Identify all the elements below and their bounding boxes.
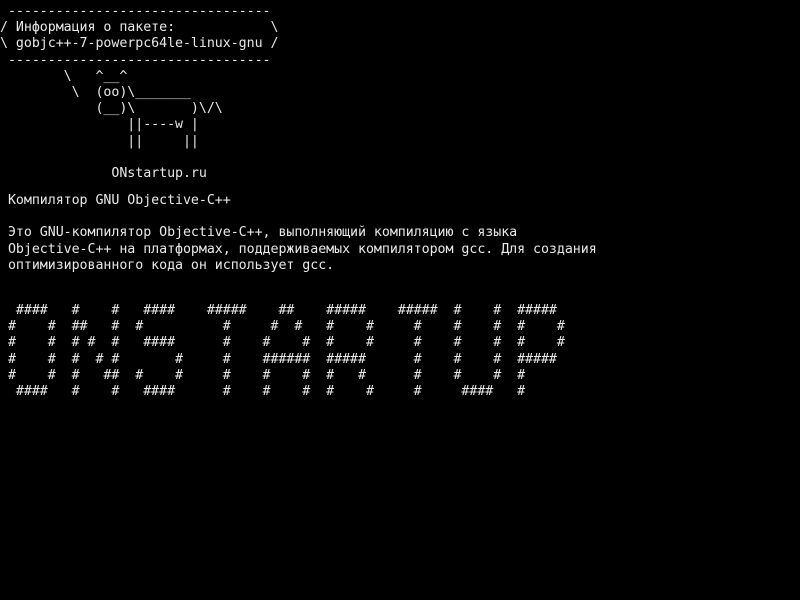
cowsay-line: (__)\ )\/\ <box>0 101 223 117</box>
site-name: ONstartup.ru <box>0 165 207 181</box>
cowsay-line: \ (oo)\_______ <box>0 84 191 100</box>
description-line: Это GNU-компилятор Objective-C++, выполн… <box>0 225 518 241</box>
banner-line: # # ## # # # # # # # # # # # # <box>0 319 565 335</box>
banner-line: # # # ## # # # # # # # # # # # <box>0 367 526 383</box>
banner-line: # # # # # # # ###### ##### # # # ##### <box>0 351 557 367</box>
terminal-console: --------------------------------- / Инфор… <box>0 0 800 600</box>
cowsay-line: --------------------------------- <box>0 4 271 19</box>
cowsay-line: \ gobjc++-7-powerpc64le-linux-gnu / <box>0 36 279 52</box>
cowsay-line: / Информация о пакете: \ <box>0 20 279 36</box>
cowsay-line <box>0 150 278 166</box>
cowsay-art: --------------------------------- / Инфор… <box>0 4 279 182</box>
cowsay-line: --------------------------------- <box>0 52 271 68</box>
cowsay-line: ||----w | <box>0 117 199 133</box>
description-line: оптимизированного кода он использует gcc… <box>0 257 335 273</box>
package-description: Компилятор GNU Objective-C++ Это GNU-ком… <box>0 193 597 274</box>
cowsay-line: || || <box>0 133 199 149</box>
banner-line: # # # # # #### # # # # # # # # # # <box>0 335 565 351</box>
package-title: Компилятор GNU Objective-C++ <box>0 193 231 208</box>
description-line: Objective-C++ на платформах, поддерживае… <box>0 241 597 257</box>
banner-line: #### # # #### ##### ## ##### ##### # # #… <box>0 303 557 318</box>
ascii-banner: #### # # #### ##### ## ##### ##### # # #… <box>0 303 565 400</box>
cowsay-line: \ ^__^ <box>0 68 128 84</box>
banner-line: #### # # #### # # # # # # #### # <box>0 383 526 399</box>
